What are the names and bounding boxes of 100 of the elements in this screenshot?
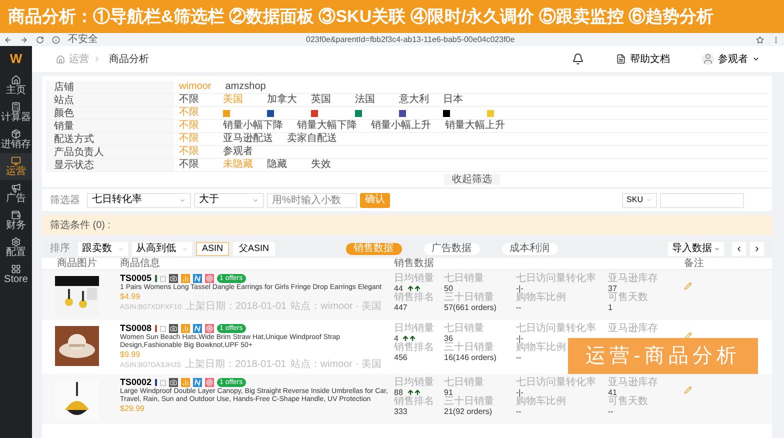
- sidebar-item[interactable]: 进销存: [0, 126, 32, 153]
- sidebar-label: 计算器: [1, 112, 31, 123]
- data-tab[interactable]: 广告数据: [424, 242, 480, 254]
- sidebar-item[interactable]: 财务: [0, 207, 32, 234]
- caret-icon: [646, 197, 652, 203]
- stat-value: 333: [394, 407, 408, 416]
- data-tab[interactable]: 成本利润: [502, 242, 558, 254]
- import-button[interactable]: 导入数据: [668, 242, 724, 256]
- back-icon[interactable]: [4, 36, 12, 44]
- wallet-icon: [11, 210, 21, 220]
- caret-icon[interactable]: [752, 55, 760, 63]
- asin-tab[interactable]: 父ASIN: [233, 242, 276, 256]
- color-swatch[interactable]: [267, 110, 274, 116]
- caption-text: 运营-商品分析: [586, 344, 740, 369]
- bookmark-icon[interactable]: [756, 36, 764, 44]
- url-text[interactable]: 023f0e&parentId=fbb2f3c4-ab13-11e6-bab5-00e04c023f0e: [306, 36, 748, 44]
- user-name[interactable]: 参观者: [718, 52, 748, 66]
- filter-option[interactable]: 参观者: [223, 147, 253, 157]
- filter-option[interactable]: 法国: [355, 95, 385, 105]
- stat-label: 七日销量: [444, 274, 485, 284]
- color-swatch[interactable]: [311, 110, 318, 116]
- box-icon: [11, 129, 21, 139]
- collapse-button[interactable]: 收起筛选: [444, 174, 500, 185]
- camera-icon[interactable]: [168, 378, 178, 387]
- filter-option[interactable]: 加拿大: [267, 95, 297, 105]
- stat-value: 88: [394, 388, 403, 397]
- filter-option[interactable]: 意大利: [399, 95, 429, 105]
- sku-text[interactable]: TS0002: [120, 378, 152, 387]
- stat-value: 456: [394, 353, 408, 362]
- target-icon[interactable]: [204, 378, 214, 387]
- stat-label: 三十日销量: [444, 343, 495, 353]
- stat-value: 37: [608, 284, 617, 293]
- sidebar-item[interactable]: 计算器: [0, 99, 32, 126]
- column-header: 商品图片: [56, 258, 98, 268]
- column-header: 销售数据: [394, 258, 435, 268]
- target-icon[interactable]: [204, 324, 214, 333]
- checkbox-icon[interactable]: [160, 326, 166, 332]
- field-select[interactable]: 七日转化率: [87, 192, 191, 208]
- trend-icon[interactable]: [192, 378, 202, 387]
- home-icon[interactable]: [56, 54, 65, 64]
- color-swatch[interactable]: [223, 110, 230, 116]
- edit-icon[interactable]: [684, 282, 692, 290]
- sidebar-item[interactable]: 广告: [0, 180, 32, 207]
- checkbox-icon[interactable]: [160, 380, 166, 386]
- filter-option[interactable]: 销量大幅上升: [445, 121, 505, 131]
- banner-title: 商品分析：①导航栏&筛选栏 ②数据面板 ③SKU关联 ④限时/永久调价 ⑤跟卖监控 ⑥趋势分析: [8, 6, 714, 28]
- sort-order-select[interactable]: 从高到低: [132, 242, 192, 256]
- sku-select[interactable]: SKU: [622, 192, 657, 208]
- color-swatch[interactable]: [487, 110, 494, 116]
- asin-tab[interactable]: ASIN: [196, 242, 230, 256]
- checkbox-icon[interactable]: [160, 276, 166, 282]
- stat-value: -|-: [516, 334, 524, 343]
- filter-option[interactable]: 亚马逊配送: [223, 134, 273, 144]
- sku-text[interactable]: TS0005: [120, 274, 152, 283]
- help-link[interactable]: 帮助文档: [630, 52, 670, 66]
- previous-button[interactable]: [732, 242, 746, 256]
- filter-option[interactable]: 不限: [179, 95, 209, 105]
- color-swatch[interactable]: [399, 110, 406, 116]
- next-button[interactable]: [750, 242, 764, 256]
- filter-label: 产品负责人: [46, 146, 174, 158]
- filter-option[interactable]: 日本: [443, 95, 473, 105]
- product-price: $4.99: [120, 293, 142, 301]
- trend-icon[interactable]: [192, 324, 202, 333]
- camera-icon[interactable]: [168, 274, 178, 283]
- filter-option[interactable]: 隐藏: [267, 160, 297, 170]
- trend-icon[interactable]: [192, 274, 202, 283]
- sidebar-label: Store: [4, 274, 28, 285]
- edit-icon[interactable]: [684, 386, 692, 394]
- breadcrumb-item[interactable]: 商品分析: [109, 52, 149, 66]
- reload-icon[interactable]: [36, 36, 44, 44]
- filter-option[interactable]: 失效: [311, 160, 341, 170]
- stat-value: --: [516, 303, 522, 312]
- forward-icon[interactable]: [20, 36, 28, 44]
- operator-select[interactable]: 大于: [194, 192, 264, 208]
- color-swatch[interactable]: [443, 110, 450, 116]
- info-icon[interactable]: [52, 36, 60, 44]
- stat-label: 可售天数: [608, 397, 649, 407]
- target-icon[interactable]: [204, 274, 214, 283]
- sidebar-item[interactable]: 配置: [0, 234, 32, 261]
- filter-option[interactable]: 销量大幅下降: [297, 121, 357, 131]
- filter-option[interactable]: amzshop: [225, 82, 266, 92]
- sort-field-select[interactable]: 跟卖数: [78, 242, 128, 256]
- sidebar-item[interactable]: 主页: [0, 72, 32, 99]
- sidebar-item[interactable]: 运营: [0, 153, 32, 180]
- document-icon[interactable]: [616, 54, 626, 64]
- filter-option[interactable]: 销量小幅上升: [371, 121, 431, 131]
- sku-input[interactable]: [660, 192, 744, 208]
- filter-option[interactable]: 销量小幅下降: [223, 121, 283, 131]
- camera-icon[interactable]: [168, 324, 178, 333]
- avatar-icon[interactable]: [702, 53, 714, 65]
- edit-icon[interactable]: [684, 332, 692, 340]
- filter-option[interactable]: 卖家自配送: [287, 134, 337, 144]
- filter-label: 颜色: [46, 107, 174, 119]
- sku-text[interactable]: TS0008: [120, 324, 152, 333]
- filter-option[interactable]: 英国: [311, 95, 341, 105]
- bell-icon[interactable]: [572, 53, 584, 65]
- sidebar-item[interactable]: Store: [0, 261, 32, 288]
- filter-option[interactable]: 不限: [179, 160, 209, 170]
- color-swatch[interactable]: [355, 110, 362, 116]
- value-input[interactable]: 用%时输入小数: [267, 192, 357, 208]
